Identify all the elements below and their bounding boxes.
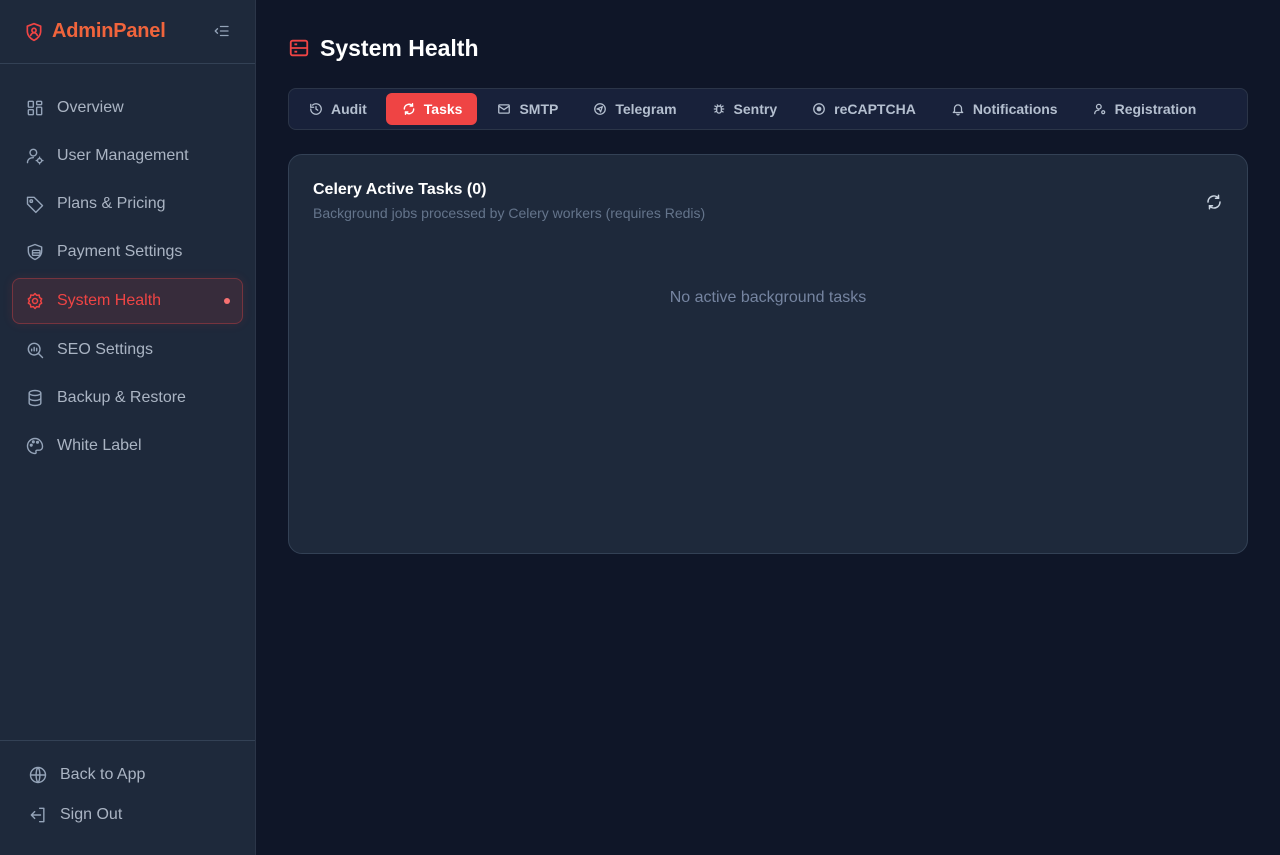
sidebar-item-label: Plans & Pricing — [57, 195, 166, 212]
sidebar-item-system-health[interactable]: System Health — [12, 278, 243, 324]
sidebar-item-plans-pricing[interactable]: Plans & Pricing — [12, 182, 243, 226]
back-to-app-link[interactable]: Back to App — [16, 755, 239, 795]
tab-label: SMTP — [519, 101, 559, 117]
tab-tasks[interactable]: Tasks — [385, 93, 478, 125]
empty-state-text: No active background tasks — [669, 289, 867, 306]
collapse-sidebar-icon[interactable] — [213, 22, 231, 40]
server-icon — [288, 37, 310, 59]
sign-out-icon — [28, 805, 48, 825]
back-to-app-label: Back to App — [60, 766, 146, 783]
sidebar-item-label: Payment Settings — [57, 243, 183, 260]
sidebar-item-backup-restore[interactable]: Backup & Restore — [12, 376, 243, 420]
wallet-icon — [25, 242, 45, 262]
tab-bar: Audit Tasks SMTP Telegram Sentry reCAPTC… — [288, 88, 1248, 130]
tab-label: Registration — [1114, 101, 1197, 117]
history-icon — [309, 102, 323, 116]
gear-icon — [25, 291, 45, 311]
palette-icon — [25, 436, 45, 456]
sidebar-item-label: SEO Settings — [57, 341, 154, 358]
tab-label: Audit — [331, 101, 367, 117]
sidebar-item-label: User Management — [57, 147, 189, 164]
tab-smtp[interactable]: SMTP — [481, 93, 573, 125]
sidebar-nav: Overview User Management Plans & Pricing… — [0, 64, 255, 740]
main-content: System Health Audit Tasks SMTP Telegram … — [256, 0, 1280, 855]
user-plus-icon — [1093, 102, 1107, 116]
sidebar-item-seo-settings[interactable]: SEO Settings — [12, 328, 243, 372]
sidebar-item-label: System Health — [57, 292, 162, 309]
sidebar-item-user-management[interactable]: User Management — [12, 134, 243, 178]
tab-recaptcha[interactable]: reCAPTCHA — [796, 93, 931, 125]
active-indicator-dot — [224, 298, 230, 304]
tab-label: Notifications — [972, 101, 1058, 117]
refresh-icon[interactable] — [1205, 193, 1223, 211]
sidebar-item-label: Overview — [57, 99, 124, 116]
refresh-icon — [402, 102, 416, 116]
tab-label: Tasks — [423, 101, 463, 117]
target-icon — [812, 102, 826, 116]
tab-sentry[interactable]: Sentry — [696, 93, 793, 125]
tab-notifications[interactable]: Notifications — [935, 93, 1073, 125]
celery-tasks-card: Celery Active Tasks (0) Background jobs … — [288, 154, 1248, 554]
tab-label: Sentry — [733, 101, 778, 117]
bell-icon — [951, 102, 965, 116]
sign-out-label: Sign Out — [60, 806, 123, 823]
tab-label: reCAPTCHA — [834, 101, 916, 117]
tab-registration[interactable]: Registration — [1077, 93, 1212, 125]
shield-user-icon — [24, 22, 44, 42]
database-icon — [25, 388, 45, 408]
sign-out-button[interactable]: Sign Out — [16, 795, 239, 835]
sidebar-footer: Back to App Sign Out — [0, 740, 255, 855]
sidebar-item-label: White Label — [57, 437, 142, 454]
search-chart-icon — [25, 340, 45, 360]
sidebar-item-label: Backup & Restore — [57, 389, 186, 406]
tab-telegram[interactable]: Telegram — [577, 93, 691, 125]
globe-icon — [28, 765, 48, 785]
page-title: System Health — [320, 34, 479, 61]
sidebar-item-payment-settings[interactable]: Payment Settings — [12, 230, 243, 274]
user-gear-icon — [25, 146, 45, 166]
tab-label: Telegram — [615, 101, 677, 117]
card-title: Celery Active Tasks (0) — [313, 181, 487, 198]
brand: AdminPanel — [0, 0, 255, 64]
tab-audit[interactable]: Audit — [293, 93, 382, 125]
sidebar-item-overview[interactable]: Overview — [12, 86, 243, 130]
sidebar-item-white-label[interactable]: White Label — [12, 424, 243, 468]
brand-name: AdminPanel — [52, 20, 166, 42]
app: AdminPanel Overview User Management Plan… — [0, 0, 1280, 855]
grid-icon — [25, 98, 45, 118]
send-icon — [593, 102, 607, 116]
page-header: System Health — [288, 32, 1248, 64]
mail-icon — [497, 102, 511, 116]
card-subtitle: Background jobs processed by Celery work… — [313, 205, 706, 221]
bug-icon — [712, 102, 726, 116]
tag-icon — [25, 194, 45, 214]
sidebar: AdminPanel Overview User Management Plan… — [0, 0, 256, 855]
